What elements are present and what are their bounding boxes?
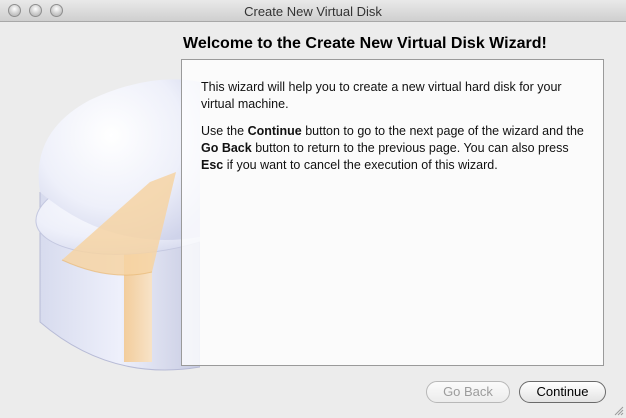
intro-paragraph: This wizard will help you to create a ne… xyxy=(201,80,562,111)
resize-grip-icon[interactable] xyxy=(613,405,624,416)
window-title: Create New Virtual Disk xyxy=(244,4,382,19)
instructions-text-2: button to go to the next page of the wiz… xyxy=(301,124,584,138)
instructions-goback-keyword: Go Back xyxy=(201,141,252,155)
instructions-text-4: if you want to cancel the execution of t… xyxy=(223,158,498,172)
instructions-continue-keyword: Continue xyxy=(247,124,302,138)
instructions-esc-keyword: Esc xyxy=(201,158,224,172)
virtual-disk-icon xyxy=(35,79,200,371)
title-bar[interactable]: Create New Virtual Disk xyxy=(0,0,626,22)
go-back-button[interactable]: Go Back xyxy=(426,381,510,403)
wizard-window: Create New Virtual Disk Welcome to the C… xyxy=(0,0,626,418)
page-title: Welcome to the Create New Virtual Disk W… xyxy=(183,35,547,52)
continue-button[interactable]: Continue xyxy=(519,381,606,403)
description-panel: This wizard will help you to create a ne… xyxy=(181,59,604,366)
instructions-paragraph: Use the Continue button to go to the nex… xyxy=(201,123,591,174)
instructions-text-3: button to return to the previous page. Y… xyxy=(251,141,569,155)
instructions-text-1: Use the xyxy=(201,124,248,138)
wizard-content: Welcome to the Create New Virtual Disk W… xyxy=(0,22,626,418)
